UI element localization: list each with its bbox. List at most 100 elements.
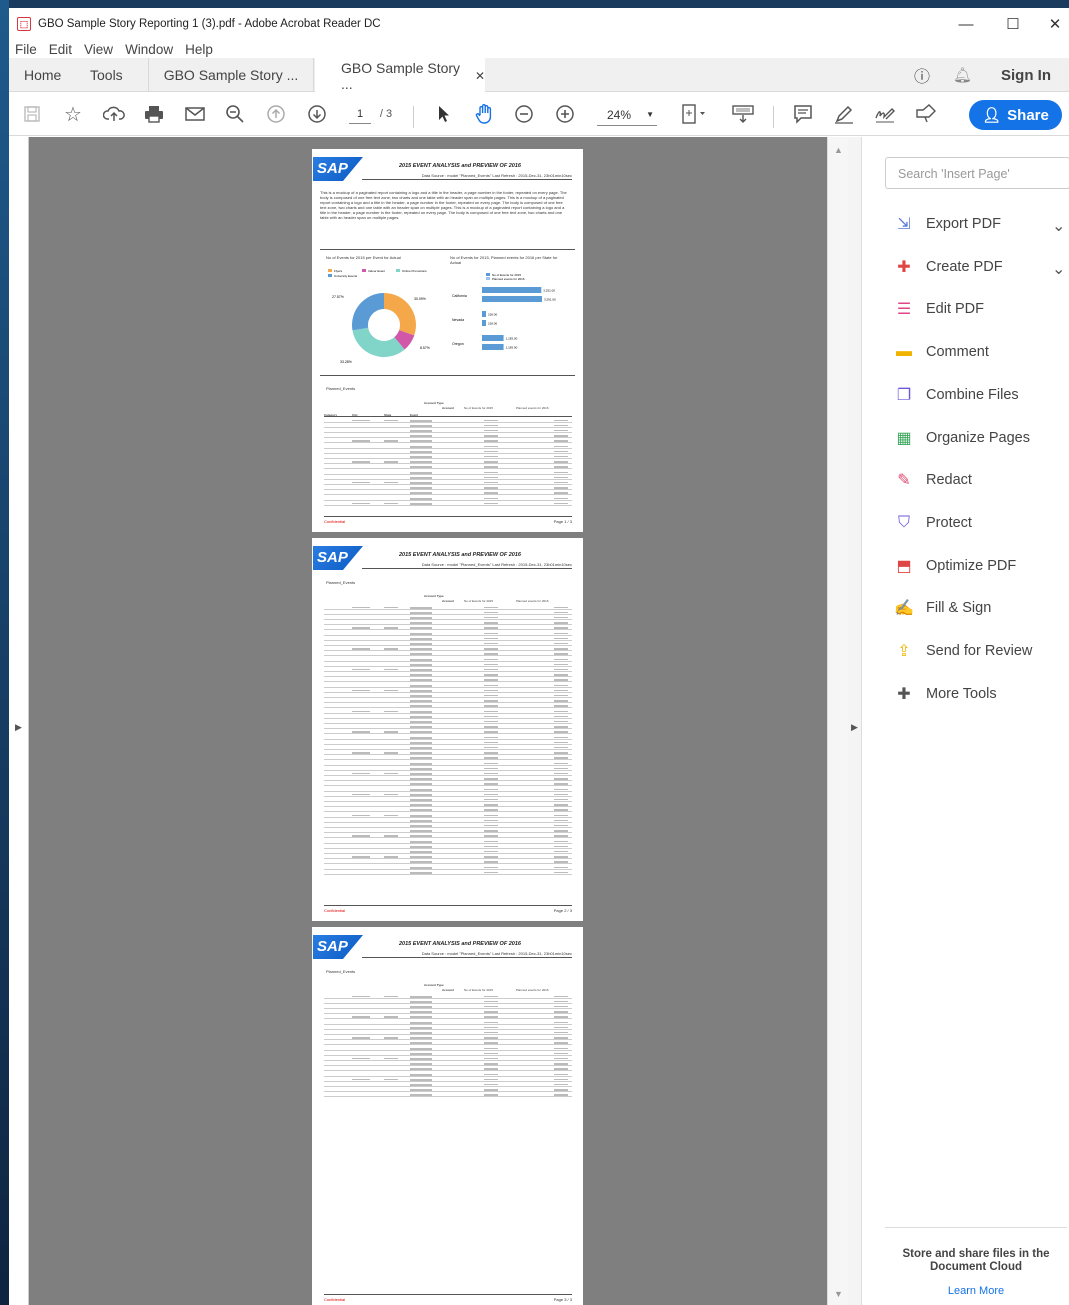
hand-tool-icon[interactable] (473, 92, 497, 136)
tool-combine-files[interactable]: ❐ Combine Files (896, 384, 1019, 406)
print-icon[interactable] (143, 92, 165, 136)
help-icon[interactable]: ⓘ (914, 58, 930, 92)
table-row (324, 829, 572, 834)
maximize-button[interactable]: ☐ (991, 8, 1035, 40)
table-row (324, 673, 572, 678)
close-tab-icon[interactable]: ✕ (475, 69, 485, 83)
bar (482, 287, 542, 293)
tab-document-1[interactable]: GBO Sample Story ... (148, 58, 314, 92)
table-row (324, 465, 572, 470)
page-fit-icon[interactable] (678, 92, 710, 136)
save-icon[interactable] (21, 92, 43, 136)
chevron-down-icon[interactable]: ⌄ (1052, 216, 1065, 236)
donut-data-label: 27.57% (332, 295, 344, 299)
left-panel-toggle[interactable]: ▶ (9, 137, 29, 1305)
previous-page-icon[interactable] (265, 92, 287, 136)
sap-logo: SAP (313, 157, 363, 181)
share-button[interactable]: 👤︎ Share (969, 100, 1062, 130)
sap-logo: SAP (313, 546, 363, 570)
scroll-up-arrow-icon[interactable]: ▲ (834, 145, 843, 155)
table-row (324, 486, 572, 491)
account-header: Account (442, 406, 454, 410)
menu-view[interactable]: View (84, 42, 113, 57)
table-row (324, 818, 572, 823)
table-row (324, 1077, 572, 1082)
bookmark-star-icon[interactable]: ☆ (62, 92, 84, 136)
legend-label: Planned events for 2016 (492, 277, 525, 281)
tool-send-for-review[interactable]: ⇪ Send for Review (896, 640, 1032, 662)
vertical-scrollbar[interactable]: ▲ ▼ (827, 137, 848, 1305)
sign-in-button[interactable]: Sign In (1001, 58, 1051, 92)
collapse-right-arrow-icon[interactable]: ▶ (851, 722, 858, 733)
chevron-down-icon[interactable]: ⌄ (1052, 259, 1065, 279)
learn-more-link[interactable]: Learn More (885, 1285, 1067, 1297)
tab-document-2[interactable]: GBO Sample Story ... ✕ (315, 58, 485, 93)
report-source-text: Data Source : model "Planned_Events" Las… (421, 173, 572, 178)
tool-create-pdf[interactable]: ✚ Create PDF (896, 256, 1002, 278)
minimize-button[interactable]: — (944, 8, 988, 40)
events-table: Account Type Account No of Events for 20… (324, 983, 572, 1113)
tool-optimize-pdf[interactable]: ⬒ Optimize PDF (896, 555, 1016, 577)
tool-label: Optimize PDF (926, 557, 1017, 574)
scroll-down-arrow-icon[interactable]: ▼ (834, 1289, 843, 1299)
table-row (324, 428, 572, 433)
sap-logo: SAP (313, 935, 363, 959)
divider (320, 375, 575, 376)
tool-more-tools[interactable]: ✚ More Tools (896, 683, 996, 705)
table-row (324, 491, 572, 496)
table-row (324, 470, 572, 475)
table-row (324, 615, 572, 620)
tool-organize-pages[interactable]: ▦ Organize Pages (896, 427, 1030, 449)
notifications-bell-icon[interactable]: 🔔︎ (953, 58, 972, 92)
tool-protect[interactable]: ⛉ Protect (896, 512, 972, 534)
tab-home[interactable]: Home (24, 58, 61, 92)
report-body-text: This is a mockup of a paginated report c… (320, 190, 567, 220)
table-row (324, 994, 572, 999)
bar (482, 311, 486, 317)
send-for-review-icon: ⇪ (897, 643, 911, 660)
table-title: Planned_Events (326, 580, 356, 585)
tool-label: Comment (926, 344, 989, 361)
legend-swatch (486, 273, 490, 276)
zoom-out-icon[interactable] (513, 92, 535, 136)
highlight-pen-icon[interactable] (833, 92, 855, 136)
select-cursor-icon[interactable] (434, 92, 454, 136)
tab-tools[interactable]: Tools (90, 58, 123, 92)
cloud-upload-icon[interactable] (102, 92, 126, 136)
comment-tool-icon[interactable] (792, 92, 814, 136)
table-row (324, 647, 572, 652)
table-row (324, 719, 572, 724)
tool-fill-sign[interactable]: ✍ Fill & Sign (894, 597, 991, 619)
menu-help[interactable]: Help (185, 42, 213, 57)
tool-export-pdf[interactable]: ⇲ Export PDF (896, 213, 1001, 235)
tool-comment[interactable]: ▬ Comment (896, 341, 989, 363)
scroll-mode-icon[interactable] (729, 92, 757, 136)
table-row (324, 460, 572, 465)
table-row (324, 839, 572, 844)
table-row (324, 1088, 572, 1093)
close-window-button[interactable]: ✕ (1033, 8, 1069, 40)
search-tools-input[interactable]: Search 'Insert Page' (885, 157, 1069, 189)
donut-chart: Flyers Indoor Event Online Promotions Unive… (328, 269, 430, 364)
sign-pen-icon[interactable] (873, 92, 897, 136)
tool-edit-pdf[interactable]: ☰ Edit PDF (896, 298, 984, 320)
find-zoom-icon[interactable] (224, 92, 246, 136)
zoom-in-icon[interactable] (554, 92, 576, 136)
send-sign-icon[interactable] (914, 92, 938, 136)
menu-edit[interactable]: Edit (49, 42, 72, 57)
expand-left-arrow-icon[interactable]: ▶ (15, 722, 22, 733)
menu-window[interactable]: Window (125, 42, 173, 57)
pdf-canvas[interactable]: SAP 2015 EVENT ANALYSIS and PREVIEW OF 2… (29, 137, 827, 1305)
right-panel-toggle[interactable]: ▶ (848, 137, 862, 1305)
table-row (324, 657, 572, 662)
page-number-input[interactable]: 1 (349, 104, 371, 124)
tool-label: Redact (926, 472, 972, 489)
menu-file[interactable]: File (15, 42, 37, 57)
email-icon[interactable] (184, 92, 206, 136)
tab-document-2-label: GBO Sample Story ... (341, 59, 461, 92)
tool-redact[interactable]: ✎ Redact (896, 469, 972, 491)
zoom-level-select[interactable]: 24% ▼ (597, 104, 657, 126)
table-row (324, 751, 572, 756)
table-row (324, 777, 572, 782)
next-page-icon[interactable] (306, 92, 328, 136)
